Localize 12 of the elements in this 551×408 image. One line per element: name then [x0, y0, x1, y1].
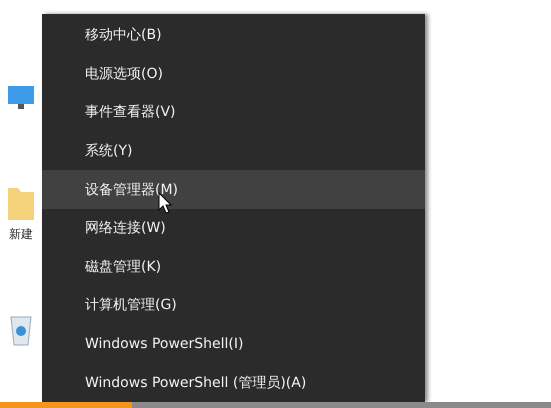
- menu-item[interactable]: 计算机管理(G): [42, 286, 425, 325]
- menu-item[interactable]: Windows PowerShell (管理员)(A): [42, 363, 425, 402]
- menu-item[interactable]: Windows PowerShell(I): [42, 324, 425, 364]
- monitor-icon[interactable]: [6, 84, 36, 112]
- desktop-icon-label: 新建: [9, 226, 33, 243]
- menu-item[interactable]: 系统(Y): [42, 132, 425, 170]
- menu-item[interactable]: 事件查看器(V): [42, 93, 425, 132]
- menu-item[interactable]: 电源选项(O): [42, 54, 425, 94]
- menu-item[interactable]: 移动中心(B): [42, 16, 425, 55]
- menu-item[interactable]: 磁盘管理(K): [42, 248, 425, 286]
- progress-track[interactable]: [0, 402, 551, 408]
- menu-item[interactable]: 网络连接(W): [42, 208, 425, 248]
